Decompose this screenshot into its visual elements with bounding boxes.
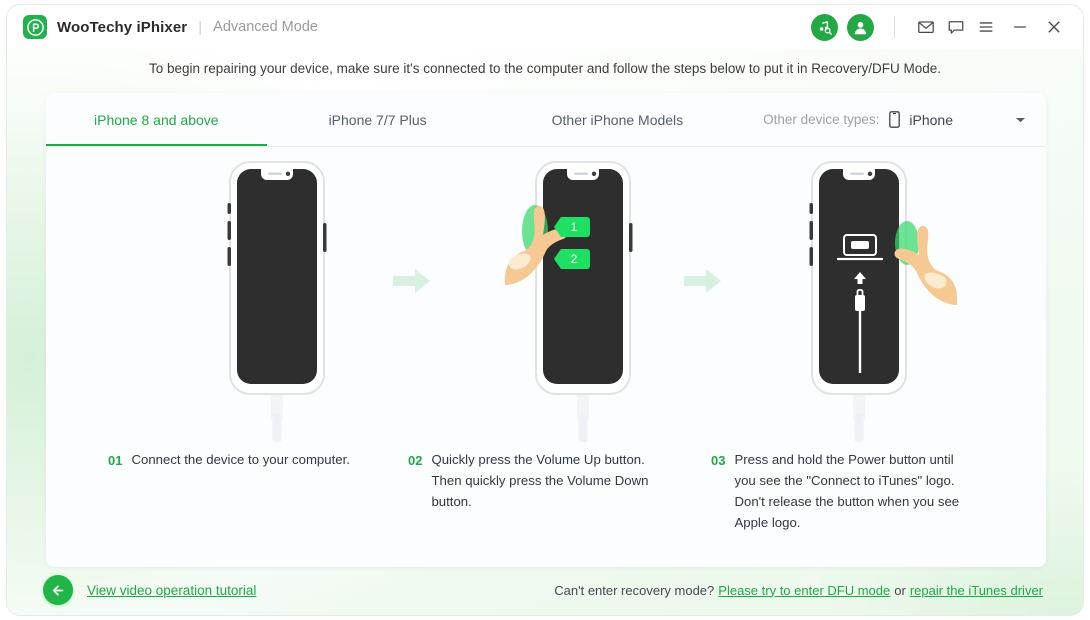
step-arrow-2-icon [683,267,723,300]
tab-iphone-8-and-above[interactable]: iPhone 8 and above [46,93,267,146]
close-icon[interactable] [1039,12,1069,42]
main-panel: iPhone 8 and above iPhone 7/7 Plus Other… [46,93,1046,567]
tab-label: Other iPhone Models [551,111,684,128]
back-arrow-icon[interactable] [43,575,73,605]
step-caption-1: 01 Connect the device to your computer. [108,449,378,471]
music-search-icon[interactable] [811,13,838,41]
marker-1: 1 [554,217,590,237]
feedback-chat-icon[interactable] [941,12,971,42]
step-arrow-1-icon [392,267,432,300]
recovery-question-text: Can't enter recovery mode? [554,582,715,598]
tab-label: iPhone 7/7 Plus [328,111,427,128]
app-logo-icon [23,15,47,39]
user-account-icon[interactable] [847,13,874,41]
repair-itunes-driver-link[interactable]: repair the iTunes driver [910,583,1043,598]
step-number: 03 [711,452,726,468]
illustration-step-1 [212,159,342,449]
step-text: Connect the device to your computer. [131,452,350,467]
step-caption-3: 03 Press and hold the Power button until… [711,449,976,533]
selected-device-type: iPhone [909,111,953,128]
mail-icon[interactable] [911,12,941,42]
menu-icon[interactable] [971,12,1001,42]
titlebar-divider [894,16,895,38]
title-divider: | [198,18,203,36]
step-number: 02 [408,452,423,468]
view-video-tutorial-link[interactable]: View video operation tutorial [87,583,256,598]
svg-text:1: 1 [571,220,578,234]
footer-help-text: Can't enter recovery mode? Please try to… [554,583,1047,598]
footer-bar: View video operation tutorial Can't ente… [7,565,1083,615]
step-number: 01 [108,452,123,468]
svg-text:2: 2 [571,252,578,266]
step-text: Quickly press the Volume Up button. Then… [431,452,649,509]
illustration-step-3 [794,159,964,449]
app-window: WooTechy iPhixer | Advanced Mode To begi… [6,4,1084,616]
device-tabs: iPhone 8 and above iPhone 7/7 Plus Other… [46,93,1046,147]
tab-label: iPhone 8 and above [94,111,219,128]
step-illustrations: 1 2 [46,159,1046,449]
title-bar: WooTechy iPhixer | Advanced Mode [7,5,1083,49]
enter-dfu-mode-link[interactable]: Please try to enter DFU mode [718,583,890,598]
steps-area: 1 2 01 Connect the device to your comput… [46,147,1046,559]
step-caption-2: 02 Quickly press the Volume Up button. T… [408,449,663,512]
minimize-icon[interactable] [1005,12,1035,42]
other-device-types-label: Other device types: [763,112,880,127]
other-device-types-selector[interactable]: Other device types: iPhone [763,93,1046,146]
mode-label: Advanced Mode [213,19,318,35]
illustration-step-2: 1 2 [503,159,668,449]
step-captions: 01 Connect the device to your computer. … [46,449,1046,559]
titlebar-actions [802,12,1069,42]
app-brand-name: WooTechy iPhixer [57,18,188,36]
conjunction-text: or [894,582,906,598]
marker-2: 2 [554,249,590,269]
tab-other-iphone-models[interactable]: Other iPhone Models [552,93,684,146]
chevron-down-icon[interactable] [1015,116,1026,124]
tab-iphone-7-7-plus[interactable]: iPhone 7/7 Plus [329,93,427,146]
step-text: Press and hold the Power button until yo… [734,452,960,530]
instruction-text: To begin repairing your device, make sur… [149,61,941,76]
phone-icon [889,111,901,128]
